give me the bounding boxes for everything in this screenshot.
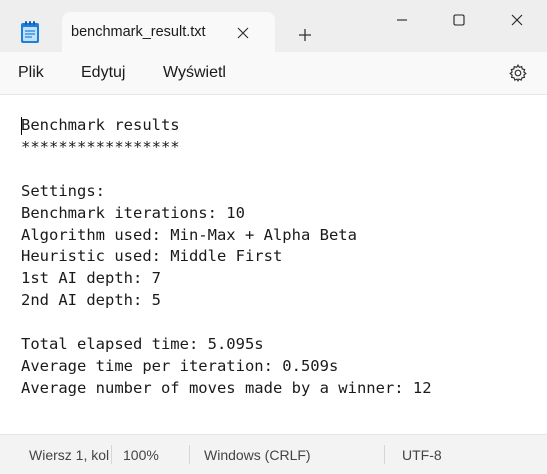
- text-line: Algorithm used: Min-Max + Alpha Beta: [21, 225, 357, 244]
- text-line: Benchmark iterations: 10: [21, 203, 245, 222]
- text-line: Average number of moves made by a winner…: [21, 378, 432, 397]
- gear-icon: [509, 64, 527, 82]
- menu-item-edytuj[interactable]: Edytuj: [81, 64, 125, 82]
- tab-title: benchmark_result.txt: [71, 24, 206, 40]
- close-icon: [237, 27, 249, 39]
- status-divider: [189, 445, 190, 464]
- text-line: Average time per iteration: 0.509s: [21, 356, 339, 375]
- minimize-button[interactable]: [374, 0, 429, 40]
- tab-benchmark-result[interactable]: benchmark_result.txt: [62, 12, 275, 53]
- line-ending[interactable]: Windows (CRLF): [204, 447, 311, 463]
- new-tab-button[interactable]: [292, 22, 318, 48]
- menu-bar: Plik Edytuj Wyświetl: [0, 52, 547, 95]
- maximize-icon: [452, 14, 465, 26]
- text-line: 2nd AI depth: 5: [21, 291, 161, 310]
- title-bar: benchmark_result.txt: [0, 0, 547, 53]
- document-text: Benchmark results ***************** Sett…: [21, 115, 432, 400]
- zoom-level[interactable]: 100%: [123, 447, 159, 463]
- text-line: Settings:: [21, 181, 105, 200]
- close-icon: [511, 14, 522, 26]
- minimize-icon: [396, 19, 407, 21]
- close-window-button[interactable]: [489, 0, 544, 40]
- text-line: *****************: [21, 137, 180, 156]
- notepad-icon: [21, 21, 39, 43]
- close-tab-button[interactable]: [233, 23, 253, 43]
- menu-item-plik[interactable]: Plik: [18, 64, 44, 82]
- plus-icon: [299, 29, 311, 41]
- encoding[interactable]: UTF-8: [402, 447, 442, 463]
- text-editor[interactable]: Benchmark results ***************** Sett…: [0, 95, 547, 434]
- cursor-position: Wiersz 1, kolumna 1: [29, 447, 110, 463]
- text-line: Total elapsed time: 5.095s: [21, 335, 264, 354]
- menu-item-wyswietl[interactable]: Wyświetl: [163, 64, 226, 82]
- settings-button[interactable]: [507, 62, 529, 84]
- status-divider: [384, 445, 385, 464]
- text-caret: [21, 117, 22, 135]
- status-divider: [111, 445, 112, 464]
- text-line: 1st AI depth: 7: [21, 269, 161, 288]
- text-line: Benchmark results: [21, 116, 180, 134]
- status-bar: Wiersz 1, kolumna 1 100% Windows (CRLF) …: [0, 434, 547, 474]
- text-line: Heuristic used: Middle First: [21, 247, 283, 266]
- maximize-button[interactable]: [431, 0, 486, 40]
